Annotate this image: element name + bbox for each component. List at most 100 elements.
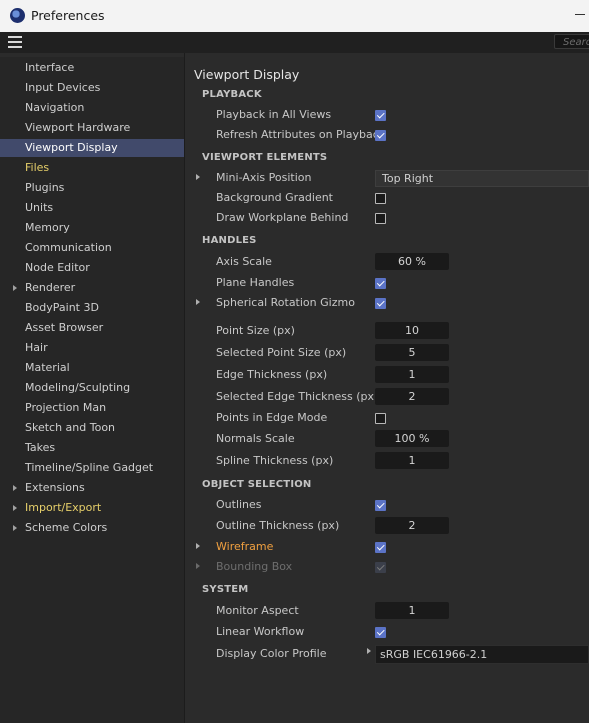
expand-arrow-icon[interactable] [196, 543, 200, 549]
sidebar-item-navigation[interactable]: Navigation [0, 99, 184, 117]
expand-arrow-icon[interactable] [367, 648, 371, 654]
sidebar-item-label: Input Devices [25, 81, 101, 94]
spline-thickness-field[interactable]: 1 [375, 452, 449, 469]
display-color-profile-label: Display Color Profile [216, 647, 327, 660]
outline-thickness-label: Outline Thickness (px) [216, 519, 340, 532]
sidebar-item-sketch-and-toon[interactable]: Sketch and Toon [0, 419, 184, 437]
sidebar-item-extensions[interactable]: Extensions [0, 479, 184, 497]
sidebar-item-viewport-hardware[interactable]: Viewport Hardware [0, 119, 184, 137]
sidebar-item-label: Node Editor [25, 261, 90, 274]
display-color-profile-dropdown[interactable]: sRGB IEC61966-2.1 [375, 645, 589, 664]
sidebar-item-node-editor[interactable]: Node Editor [0, 259, 184, 277]
selected-edge-thickness-label: Selected Edge Thickness (px) [216, 390, 379, 403]
sidebar-item-label: Renderer [25, 281, 76, 294]
sidebar-item-takes[interactable]: Takes [0, 439, 184, 457]
sidebar-item-label: Material [25, 361, 70, 374]
normals-scale-label: Normals Scale [216, 432, 295, 445]
draw-workplane-behind-label: Draw Workplane Behind [216, 211, 349, 224]
sidebar-item-viewport-display[interactable]: Viewport Display [0, 139, 184, 157]
point-size-label: Point Size (px) [216, 324, 295, 337]
sidebar-item-modeling-sculpting[interactable]: Modeling/Sculpting [0, 379, 184, 397]
bounding-box-checkbox [375, 562, 386, 573]
selected-point-size-field[interactable]: 5 [375, 344, 449, 361]
expand-arrow-icon[interactable] [13, 285, 17, 291]
wireframe-checkbox[interactable] [375, 542, 386, 553]
background-gradient-checkbox[interactable] [375, 193, 386, 204]
mini-axis-position-dropdown[interactable]: Top Right [375, 170, 589, 187]
sidebar-item-units[interactable]: Units [0, 199, 184, 217]
spherical-rotation-gizmo-label: Spherical Rotation Gizmo [216, 296, 355, 309]
selected-point-size-label: Selected Point Size (px) [216, 346, 347, 359]
axis-scale-label: Axis Scale [216, 255, 272, 268]
sidebar-item-plugins[interactable]: Plugins [0, 179, 184, 197]
expand-arrow-icon[interactable] [13, 505, 17, 511]
search-input[interactable]: Searc [554, 34, 589, 49]
hamburger-menu-icon[interactable] [8, 36, 22, 48]
sidebar-item-label: Plugins [25, 181, 65, 194]
sidebar: Interface Input Devices Navigation Viewp… [0, 57, 184, 723]
section-header-viewport-elements: VIEWPORT ELEMENTS [202, 152, 328, 163]
sidebar-item-label: Modeling/Sculpting [25, 381, 131, 394]
monitor-aspect-label: Monitor Aspect [216, 604, 299, 617]
outline-thickness-field[interactable]: 2 [375, 517, 449, 534]
plane-handles-checkbox[interactable] [375, 278, 386, 289]
sidebar-item-asset-browser[interactable]: Asset Browser [0, 319, 184, 337]
draw-workplane-behind-checkbox[interactable] [375, 213, 386, 224]
sidebar-item-input-devices[interactable]: Input Devices [0, 79, 184, 97]
linear-workflow-label: Linear Workflow [216, 625, 305, 638]
linear-workflow-checkbox[interactable] [375, 627, 386, 638]
point-size-field[interactable]: 10 [375, 322, 449, 339]
section-header-object-selection: OBJECT SELECTION [202, 479, 312, 490]
sidebar-item-label: BodyPaint 3D [25, 301, 99, 314]
sidebar-item-material[interactable]: Material [0, 359, 184, 377]
expand-arrow-icon[interactable] [13, 485, 17, 491]
points-in-edge-mode-label: Points in Edge Mode [216, 411, 328, 424]
expand-arrow-icon[interactable] [13, 525, 17, 531]
sidebar-item-label: Communication [25, 241, 112, 254]
outlines-checkbox[interactable] [375, 500, 386, 511]
section-header-system: SYSTEM [202, 584, 249, 595]
sidebar-item-label: Files [25, 161, 50, 174]
sidebar-item-files[interactable]: Files [0, 159, 184, 177]
section-header-playback: PLAYBACK [202, 89, 262, 100]
playback-all-views-checkbox[interactable] [375, 110, 386, 121]
sidebar-item-interface[interactable]: Interface [0, 59, 184, 77]
sidebar-item-scheme-colors[interactable]: Scheme Colors [0, 519, 184, 537]
edge-thickness-field[interactable]: 1 [375, 366, 449, 383]
sidebar-item-projection-man[interactable]: Projection Man [0, 399, 184, 417]
sidebar-item-label: Scheme Colors [25, 521, 108, 534]
window-title: Preferences [31, 8, 105, 23]
refresh-attributes-label: Refresh Attributes on Playback [216, 128, 386, 141]
selected-edge-thickness-field[interactable]: 2 [375, 388, 449, 405]
spherical-rotation-gizmo-checkbox[interactable] [375, 298, 386, 309]
points-in-edge-mode-checkbox[interactable] [375, 413, 386, 424]
sidebar-item-import-export[interactable]: Import/Export [0, 499, 184, 517]
sidebar-item-label: Viewport Hardware [25, 121, 131, 134]
axis-scale-field[interactable]: 60 % [375, 253, 449, 270]
sidebar-item-label: Interface [25, 61, 75, 74]
sidebar-item-timeline-spline-gadget[interactable]: Timeline/Spline Gadget [0, 459, 184, 477]
spline-thickness-label: Spline Thickness (px) [216, 454, 334, 467]
sidebar-item-label: Timeline/Spline Gadget [25, 461, 154, 474]
sidebar-item-hair[interactable]: Hair [0, 339, 184, 357]
refresh-attributes-checkbox[interactable] [375, 130, 386, 141]
sidebar-item-label: Navigation [25, 101, 85, 114]
toolbar: Searc [0, 32, 589, 53]
background-gradient-label: Background Gradient [216, 191, 333, 204]
expand-arrow-icon[interactable] [196, 299, 200, 305]
sidebar-item-bodypaint-3d[interactable]: BodyPaint 3D [0, 299, 184, 317]
monitor-aspect-field[interactable]: 1 [375, 602, 449, 619]
title-bar: Preferences [0, 0, 589, 32]
normals-scale-field[interactable]: 100 % [375, 430, 449, 447]
page-title: Viewport Display [194, 67, 300, 82]
sidebar-item-label: Hair [25, 341, 48, 354]
sidebar-item-communication[interactable]: Communication [0, 239, 184, 257]
sidebar-item-renderer[interactable]: Renderer [0, 279, 184, 297]
sidebar-item-label: Import/Export [25, 501, 102, 514]
expand-arrow-icon[interactable] [196, 174, 200, 180]
expand-arrow-icon [196, 563, 200, 569]
sidebar-item-label: Projection Man [25, 401, 107, 414]
sidebar-item-memory[interactable]: Memory [0, 219, 184, 237]
section-header-handles: HANDLES [202, 235, 257, 246]
minimize-icon[interactable] [575, 14, 585, 15]
